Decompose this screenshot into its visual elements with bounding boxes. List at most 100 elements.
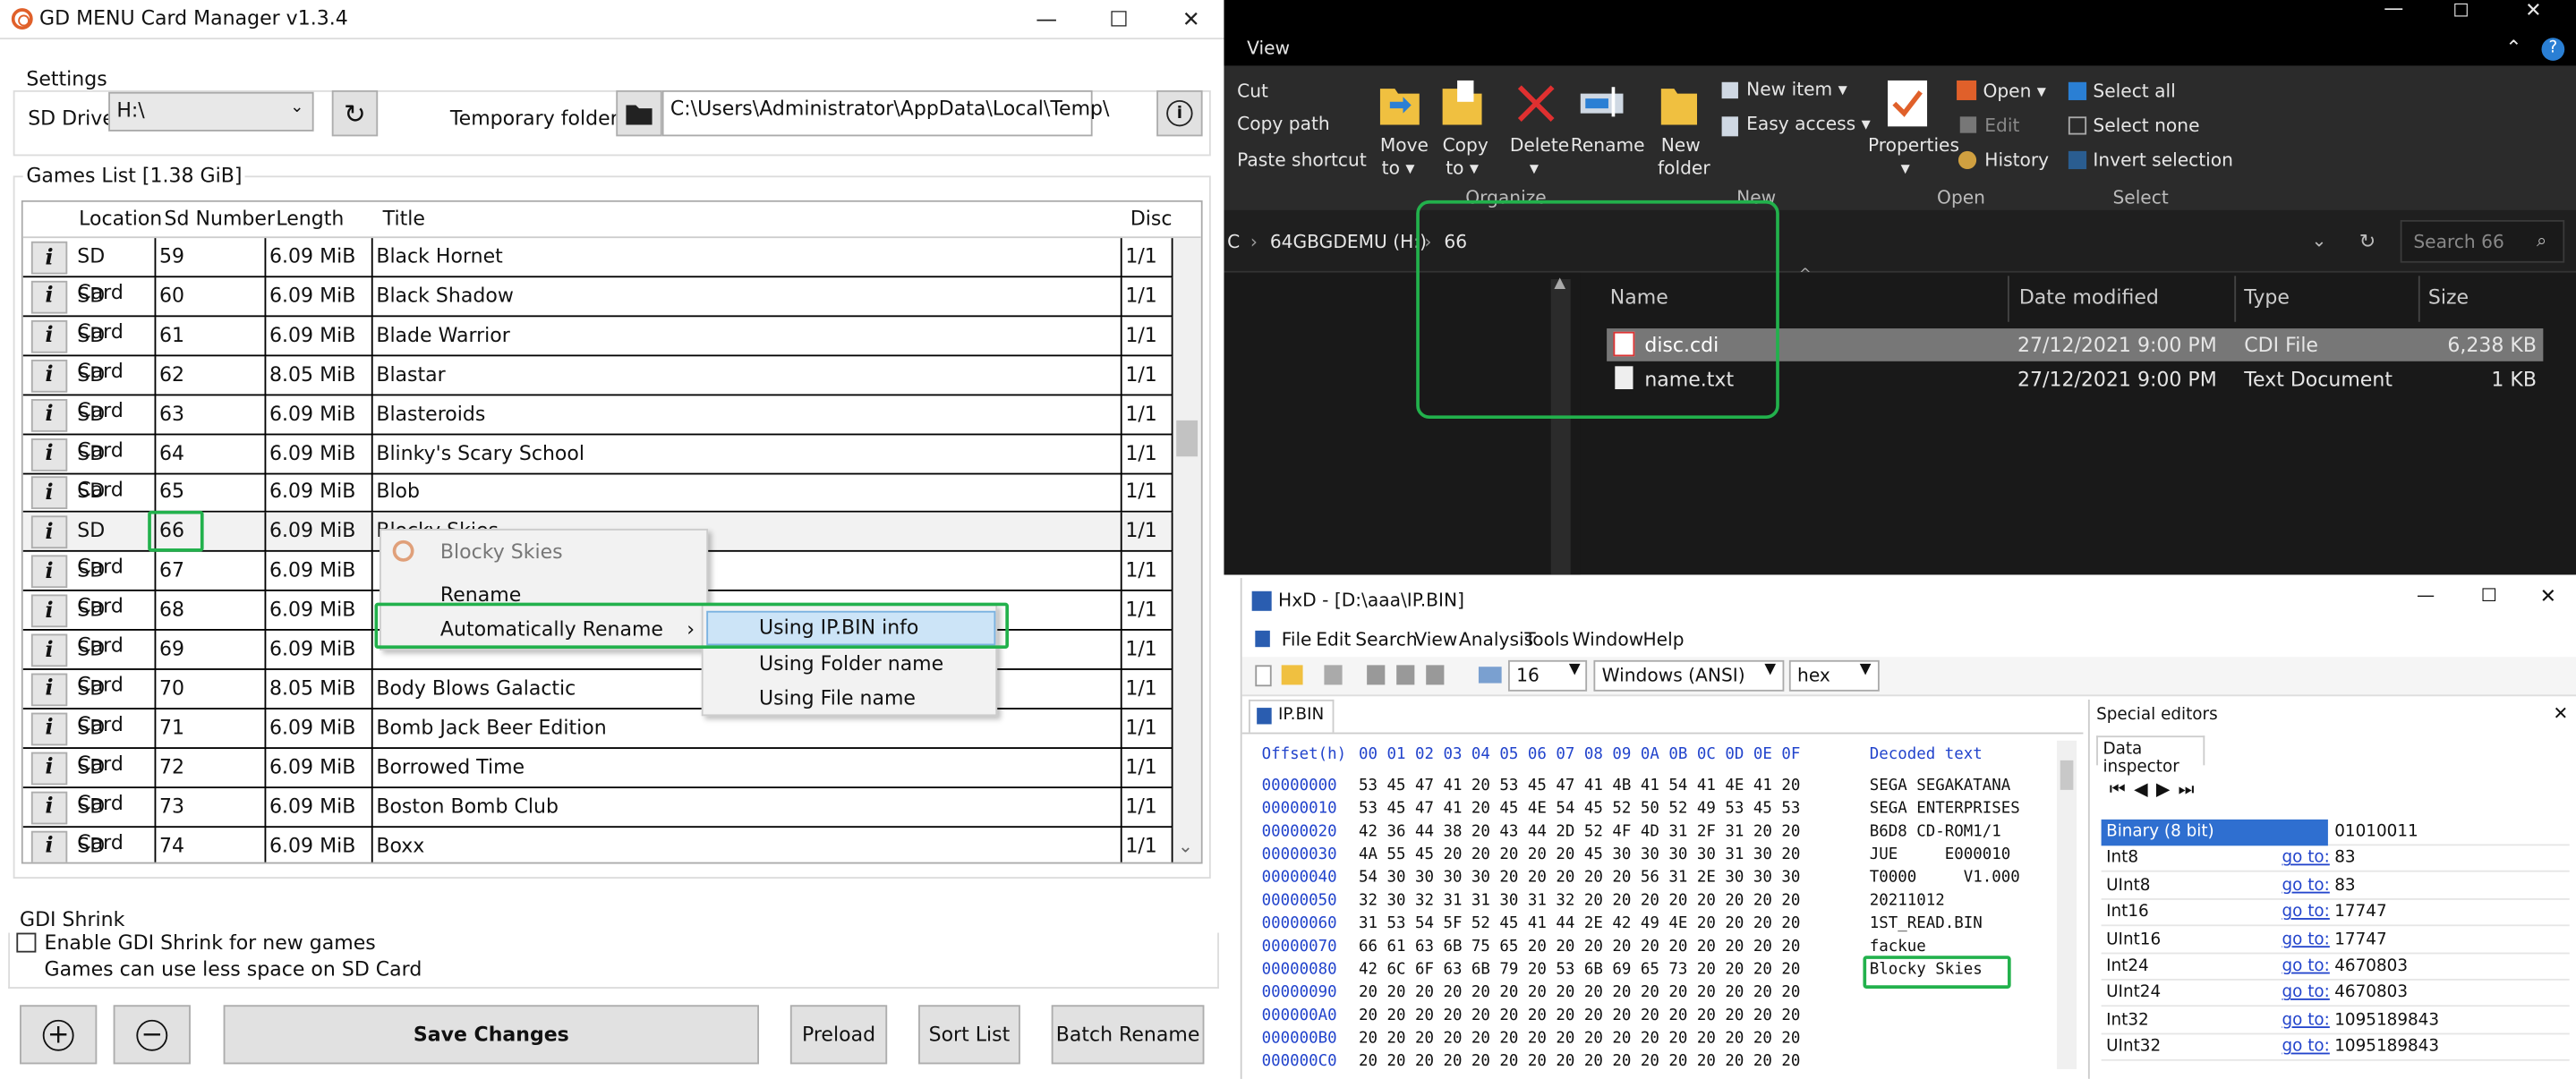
- cell-location[interactable]: SD Card: [74, 552, 157, 617]
- cell-disc[interactable]: 1/1: [1122, 238, 1173, 278]
- inspector-value[interactable]: 4670803: [2334, 981, 2408, 1007]
- cell-disc[interactable]: 1/1: [1122, 669, 1173, 709]
- table-row[interactable]: i SD Card 59 6.09 MiB Black Hornet 1/1: [22, 238, 1173, 304]
- cell-length[interactable]: 6.09 MiB: [266, 552, 373, 592]
- inspector-value[interactable]: 01010011: [2334, 820, 2418, 845]
- sort-list-button[interactable]: Sort List: [918, 1005, 1020, 1065]
- maximize-button[interactable]: ☐: [1083, 0, 1156, 39]
- minimize-button[interactable]: —: [1011, 0, 1083, 39]
- cell-disc[interactable]: 1/1: [1122, 709, 1173, 749]
- inspector-value[interactable]: 17747: [2334, 900, 2386, 926]
- inspector-goto-link[interactable]: go to:: [2282, 1008, 2330, 1034]
- browse-folder-button[interactable]: [616, 89, 662, 137]
- row-info-button[interactable]: i: [30, 752, 68, 785]
- batch-rename-button[interactable]: Batch Rename: [1051, 1005, 1205, 1065]
- info-button[interactable]: i: [1156, 89, 1203, 137]
- inspector-row[interactable]: Binary (8 bit) 01010011: [2101, 819, 2570, 846]
- cell-disc[interactable]: 1/1: [1122, 276, 1173, 318]
- submenu-file[interactable]: Using File name: [759, 680, 916, 716]
- cell-location[interactable]: SD Card: [74, 787, 157, 854]
- table-row[interactable]: i SD Card 60 6.09 MiB Black Shadow 1/1: [22, 276, 1173, 343]
- row-info-button[interactable]: i: [30, 790, 68, 824]
- col-length[interactable]: Length: [276, 207, 344, 230]
- cell-title[interactable]: Borrowed Time: [373, 748, 1122, 788]
- edit-button[interactable]: Edit: [1984, 115, 2019, 136]
- row-info-button[interactable]: i: [30, 555, 68, 589]
- open-button[interactable]: Open ▾: [1983, 81, 2045, 102]
- row-info-button[interactable]: i: [30, 319, 68, 353]
- help-icon[interactable]: ?: [2541, 38, 2565, 61]
- explorer-maximize[interactable]: ☐: [2452, 0, 2469, 21]
- col-sd-number[interactable]: Sd Number: [165, 207, 275, 230]
- inspector-row[interactable]: UInt32 go to: 1095189843: [2101, 1035, 2570, 1062]
- col-title[interactable]: Title: [383, 207, 425, 230]
- cell-sd-number[interactable]: 59: [156, 238, 267, 278]
- col-type[interactable]: Type: [2244, 285, 2290, 309]
- new-folder-label[interactable]: New: [1661, 135, 1701, 157]
- inspector-row[interactable]: UInt8 go to: 83: [2101, 873, 2570, 900]
- cell-location[interactable]: SD Card: [74, 434, 157, 500]
- table-row[interactable]: i SD Card 70 8.05 MiB Body Blows Galactic 1/1: [22, 669, 1173, 735]
- row-info-button[interactable]: i: [30, 241, 68, 275]
- cell-length[interactable]: 6.09 MiB: [266, 473, 373, 514]
- cell-title[interactable]: Blasteroids: [373, 395, 1122, 435]
- explorer-minimize[interactable]: —: [2384, 0, 2403, 20]
- cell-location[interactable]: SD Card: [74, 395, 157, 461]
- cell-sd-number[interactable]: 74: [156, 827, 267, 862]
- cell-length[interactable]: 6.09 MiB: [266, 827, 373, 862]
- temp-folder-input[interactable]: C:\Users\Administrator\AppData\Local\Tem…: [661, 89, 1109, 137]
- row-info-button[interactable]: i: [30, 712, 68, 745]
- table-row[interactable]: iSD Card656.09 MiBBlob1/1: [22, 473, 1173, 540]
- cell-title[interactable]: Blob: [373, 473, 1122, 514]
- cell-title[interactable]: Blinky's Scary School: [373, 434, 1122, 474]
- select-all-button[interactable]: Select all: [2093, 81, 2175, 102]
- inspector-row[interactable]: Int8 go to: 83: [2101, 846, 2570, 873]
- inspector-value[interactable]: 1095189843: [2334, 1035, 2439, 1061]
- invert-selection-button[interactable]: Invert selection: [2093, 149, 2233, 171]
- cell-length[interactable]: 6.09 MiB: [266, 513, 373, 553]
- cell-sd-number[interactable]: 73: [156, 787, 267, 828]
- cell-disc[interactable]: 1/1: [1122, 473, 1173, 514]
- cell-location[interactable]: SD Card: [74, 669, 157, 735]
- sd-drive-select[interactable]: H:\ ⌄: [108, 91, 314, 132]
- cell-disc[interactable]: 1/1: [1122, 513, 1173, 553]
- cell-disc[interactable]: 1/1: [1122, 590, 1173, 632]
- copy-path-button[interactable]: Copy path: [1237, 114, 1330, 135]
- cell-length[interactable]: 6.09 MiB: [266, 276, 373, 318]
- inspector-value[interactable]: 83: [2334, 846, 2355, 872]
- easy-access-button[interactable]: Easy access ▾: [1746, 114, 1871, 135]
- cell-sd-number[interactable]: 68: [156, 590, 267, 632]
- explorer-close[interactable]: ✕: [2525, 0, 2541, 21]
- cell-location[interactable]: SD Card: [74, 590, 157, 657]
- inspector-row[interactable]: Int32 go to: 1095189843: [2101, 1008, 2570, 1034]
- cell-length[interactable]: 6.09 MiB: [266, 590, 373, 632]
- table-row[interactable]: iSD Card746.09 MiBBoxx1/1: [23, 827, 1173, 862]
- address-dropdown-icon[interactable]: ⌄: [2312, 230, 2327, 251]
- properties-label[interactable]: Properties: [1868, 135, 1959, 157]
- row-info-button[interactable]: i: [30, 673, 68, 707]
- inspector-value[interactable]: 1095189843: [2334, 1008, 2439, 1034]
- select-none-button[interactable]: Select none: [2093, 115, 2199, 136]
- inspector-row[interactable]: UInt16 go to: 17747: [2101, 927, 2570, 954]
- cell-location[interactable]: SD Card: [74, 276, 157, 343]
- cell-title[interactable]: Boston Bomb Club: [373, 787, 1122, 828]
- cell-sd-number[interactable]: 64: [156, 434, 267, 474]
- cell-disc[interactable]: 1/1: [1122, 434, 1173, 474]
- cell-location[interactable]: SD Card: [74, 827, 157, 862]
- row-info-button[interactable]: i: [30, 829, 68, 862]
- row-info-button[interactable]: i: [30, 359, 68, 393]
- save-changes-button[interactable]: Save Changes: [223, 1005, 760, 1065]
- rename-label[interactable]: Rename: [1571, 135, 1645, 157]
- close-button[interactable]: ✕: [1155, 0, 1227, 39]
- cell-location[interactable]: SD Card: [74, 316, 157, 382]
- gdi-shrink-checkbox-label[interactable]: Enable GDI Shrink for new games: [45, 931, 376, 955]
- cell-location[interactable]: SD Card: [74, 709, 157, 775]
- cell-location[interactable]: SD Card: [74, 355, 157, 421]
- row-info-button[interactable]: i: [30, 633, 68, 667]
- inspector-goto-link[interactable]: go to:: [2282, 927, 2330, 953]
- table-row[interactable]: i SD Card 72 6.09 MiB Borrowed Time 1/1: [22, 748, 1173, 814]
- cell-location[interactable]: SD Card: [74, 238, 157, 304]
- breadcrumb-drive[interactable]: 64GBGDEMU (H:): [1270, 232, 1427, 253]
- cell-disc[interactable]: 1/1: [1122, 552, 1173, 592]
- move-to-label[interactable]: Move: [1380, 135, 1429, 157]
